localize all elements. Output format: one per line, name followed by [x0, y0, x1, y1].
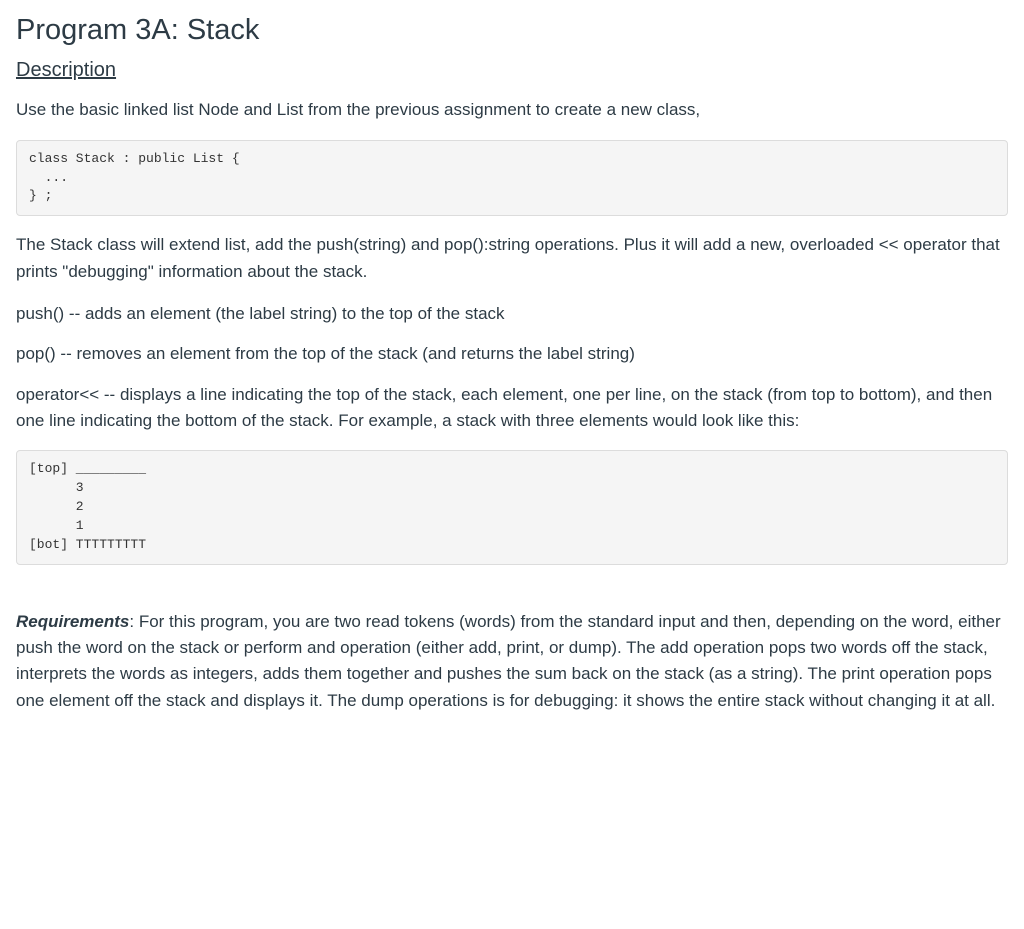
requirements-label: Requirements	[16, 612, 129, 631]
extend-paragraph: The Stack class will extend list, add th…	[16, 232, 1008, 285]
requirements-paragraph: Requirements: For this program, you are …	[16, 609, 1008, 714]
intro-paragraph: Use the basic linked list Node and List …	[16, 97, 1008, 123]
requirements-text: : For this program, you are two read tok…	[16, 612, 1001, 710]
description-heading: Description	[16, 57, 1008, 83]
code-block-stack-output: [top] _________ 3 2 1 [bot] TTTTTTTTT	[16, 450, 1008, 564]
push-paragraph: push() -- adds an element (the label str…	[16, 301, 1008, 327]
operator-paragraph: operator<< -- displays a line indicating…	[16, 382, 1008, 435]
document-page: Program 3A: Stack Description Use the ba…	[0, 0, 1024, 754]
program-title: Program 3A: Stack	[16, 14, 1008, 47]
code-block-stack-class: class Stack : public List { ... } ;	[16, 140, 1008, 217]
spacer	[16, 581, 1008, 609]
pop-paragraph: pop() -- removes an element from the top…	[16, 341, 1008, 367]
